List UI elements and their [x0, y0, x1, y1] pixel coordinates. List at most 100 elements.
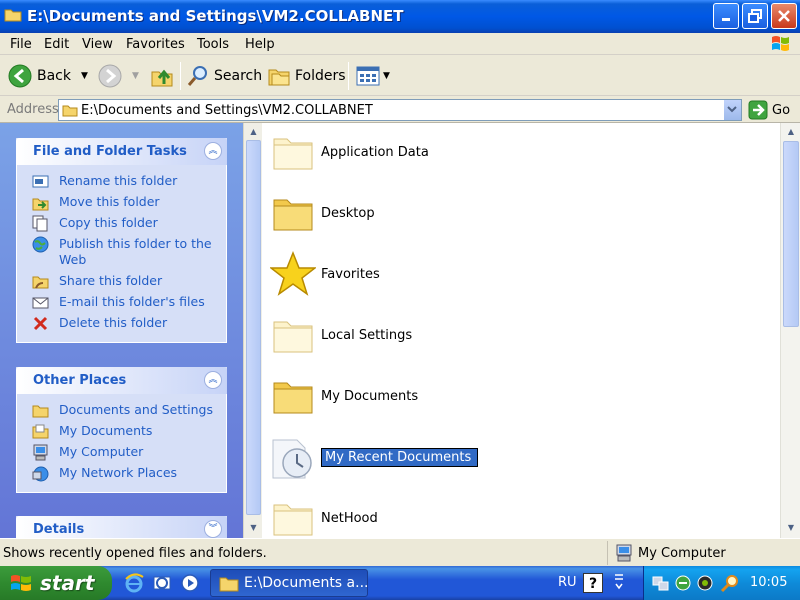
views-icon — [356, 66, 380, 86]
folder-icon — [4, 9, 22, 22]
up-folder-button[interactable] — [150, 62, 174, 90]
go-button[interactable]: Go — [748, 100, 790, 120]
file-item-my-recent-documents[interactable] — [266, 430, 666, 486]
address-field[interactable]: E:\Documents and Settings\VM2.COLLABNET — [58, 99, 742, 121]
folder-icon — [62, 105, 78, 117]
media-player-icon[interactable] — [180, 573, 200, 593]
maximize-button[interactable] — [742, 3, 768, 29]
help-icon[interactable]: ? — [583, 573, 603, 593]
network-connection-icon[interactable] — [652, 574, 670, 592]
scroll-down-icon[interactable]: ▼ — [783, 520, 799, 536]
folder-icon — [273, 382, 313, 414]
network-activity-icon[interactable] — [674, 574, 692, 592]
scroll-thumb[interactable] — [246, 140, 261, 515]
taskbar-explorer-window-button[interactable]: E:\Documents a... — [210, 569, 368, 597]
title-bar[interactable]: E:\Documents and Settings\VM2.COLLABNET — [0, 0, 800, 33]
place-my-computer[interactable]: My Computer — [17, 444, 226, 461]
collapse-icon[interactable]: ︽ — [204, 371, 222, 389]
folders-button[interactable]: Folders — [267, 62, 346, 90]
file-folder-tasks-header[interactable]: File and Folder Tasks ︽ — [16, 138, 227, 165]
file-item-application-data[interactable]: Application Data — [266, 125, 666, 181]
menu-help[interactable]: Help — [245, 37, 275, 52]
details-header[interactable]: Details ︾ — [16, 516, 227, 538]
menu-view[interactable]: View — [82, 37, 113, 52]
back-dropdown-icon[interactable]: ▼ — [81, 71, 88, 81]
file-item-local-settings[interactable]: Local Settings — [266, 308, 666, 364]
faded-folder-icon — [273, 321, 313, 353]
copy-folder-link[interactable]: Copy this folder — [17, 215, 226, 232]
language-bar-options-icon[interactable] — [612, 572, 626, 592]
outlook-express-icon[interactable] — [152, 573, 172, 593]
forward-dropdown-icon[interactable]: ▼ — [132, 71, 139, 81]
task-panel: File and Folder Tasks ︽ Rename this fold… — [0, 123, 262, 538]
rename-input[interactable] — [321, 448, 478, 467]
share-icon — [32, 276, 49, 289]
other-places-header[interactable]: Other Places ︽ — [16, 367, 227, 394]
delete-icon — [33, 316, 48, 331]
task-panel-scrollbar[interactable]: ▲ ▼ — [243, 123, 262, 538]
back-label: Back — [37, 68, 71, 84]
email-files-link[interactable]: E-mail this folder's files — [17, 294, 226, 310]
menu-favorites[interactable]: Favorites — [126, 37, 185, 52]
folders-icon — [268, 69, 290, 86]
my-documents-icon — [32, 424, 49, 439]
file-item-my-documents[interactable]: My Documents — [266, 369, 666, 425]
back-arrow-icon — [8, 64, 32, 88]
scroll-thumb[interactable] — [783, 141, 799, 327]
network-places-icon — [32, 466, 49, 482]
address-bar: Address E:\Documents and Settings\VM2.CO… — [0, 97, 800, 123]
chevron-down-icon — [727, 106, 737, 113]
scroll-up-icon[interactable]: ▲ — [246, 124, 261, 139]
menu-tools[interactable]: Tools — [197, 37, 229, 52]
search-label: Search — [214, 68, 263, 84]
close-icon — [778, 10, 790, 22]
clock[interactable]: 10:05 — [750, 575, 787, 590]
file-item-desktop[interactable]: Desktop — [266, 186, 666, 242]
file-item-favorites[interactable]: Favorites — [266, 247, 666, 303]
file-list-scrollbar[interactable]: ▲ ▼ — [780, 123, 800, 538]
move-icon — [32, 198, 49, 211]
status-zone: My Computer — [607, 541, 800, 565]
windows-logo-icon — [772, 36, 789, 51]
place-documents-and-settings[interactable]: Documents and Settings — [17, 402, 226, 418]
status-bar: Shows recently opened files and folders.… — [0, 538, 800, 566]
security-icon[interactable] — [696, 574, 714, 592]
back-button[interactable]: Back ▼ — [8, 62, 88, 90]
collapse-icon[interactable]: ︽ — [204, 142, 222, 160]
share-folder-link[interactable]: Share this folder — [17, 273, 226, 289]
place-my-documents[interactable]: My Documents — [17, 423, 226, 439]
place-my-network-places[interactable]: My Network Places — [17, 465, 226, 482]
toolbar-separator — [180, 62, 181, 90]
minimize-button[interactable] — [713, 3, 739, 29]
menu-file[interactable]: File — [10, 37, 32, 52]
menu-bar: File Edit View Favorites Tools Help — [0, 33, 800, 55]
start-button[interactable]: start — [0, 566, 112, 600]
language-indicator[interactable]: RU — [558, 575, 577, 590]
copy-icon — [32, 215, 48, 232]
scroll-up-icon[interactable]: ▲ — [783, 124, 799, 140]
address-label: Address — [7, 102, 59, 117]
expand-icon[interactable]: ︾ — [204, 520, 222, 538]
forward-button[interactable]: ▼ — [98, 62, 139, 90]
scroll-down-icon[interactable]: ▼ — [246, 520, 261, 535]
publish-folder-link[interactable]: Publish this folder to the Web — [17, 236, 226, 268]
folder-icon — [219, 577, 239, 592]
recent-documents-icon — [272, 439, 312, 479]
menu-edit[interactable]: Edit — [44, 37, 69, 52]
taskbar: start E:\Documents a... RU ? 10:05 — [0, 566, 800, 600]
tray-search-icon[interactable] — [720, 573, 740, 593]
folder-icon — [273, 199, 313, 231]
folder-icon — [32, 405, 49, 418]
internet-explorer-icon[interactable] — [124, 573, 144, 593]
minimize-icon — [722, 18, 730, 21]
other-places-pane: Other Places ︽ Documents and Settings My… — [16, 367, 227, 493]
search-button[interactable]: Search — [186, 62, 262, 90]
restore-icon — [748, 9, 762, 23]
window-title: E:\Documents and Settings\VM2.COLLABNET — [27, 7, 404, 25]
move-folder-link[interactable]: Move this folder — [17, 194, 226, 211]
close-button[interactable] — [771, 3, 797, 29]
rename-folder-link[interactable]: Rename this folder — [17, 173, 226, 189]
address-dropdown-button[interactable] — [723, 100, 741, 120]
views-button[interactable]: ▼ — [356, 62, 390, 90]
delete-folder-link[interactable]: Delete this folder — [17, 315, 226, 331]
